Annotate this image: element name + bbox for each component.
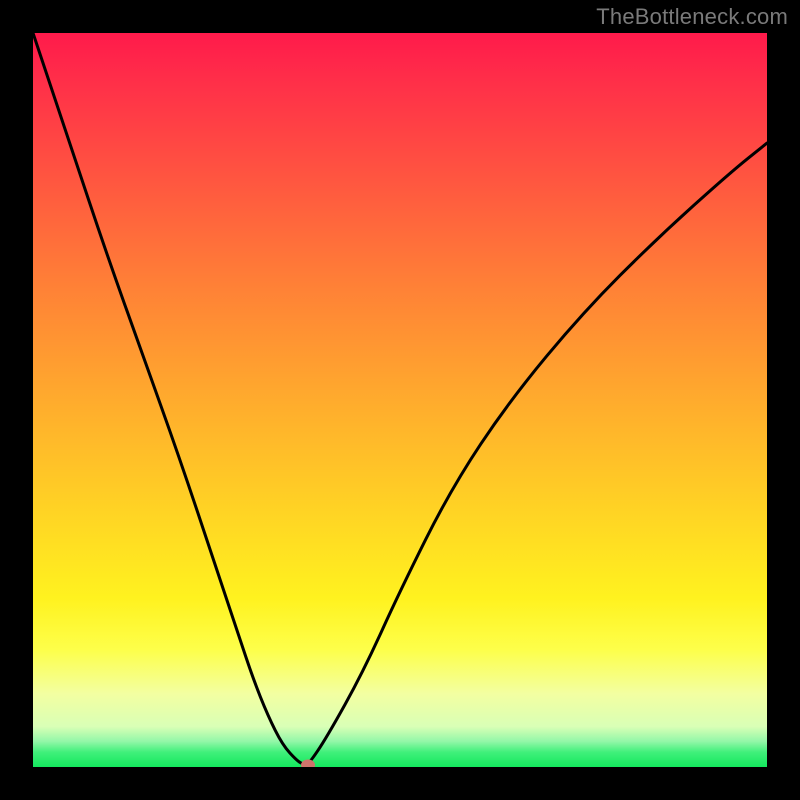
plot-area <box>33 33 767 767</box>
optimum-marker <box>301 759 315 767</box>
bottleneck-curve <box>33 33 767 767</box>
chart-frame: TheBottleneck.com <box>0 0 800 800</box>
watermark-text: TheBottleneck.com <box>596 4 788 30</box>
